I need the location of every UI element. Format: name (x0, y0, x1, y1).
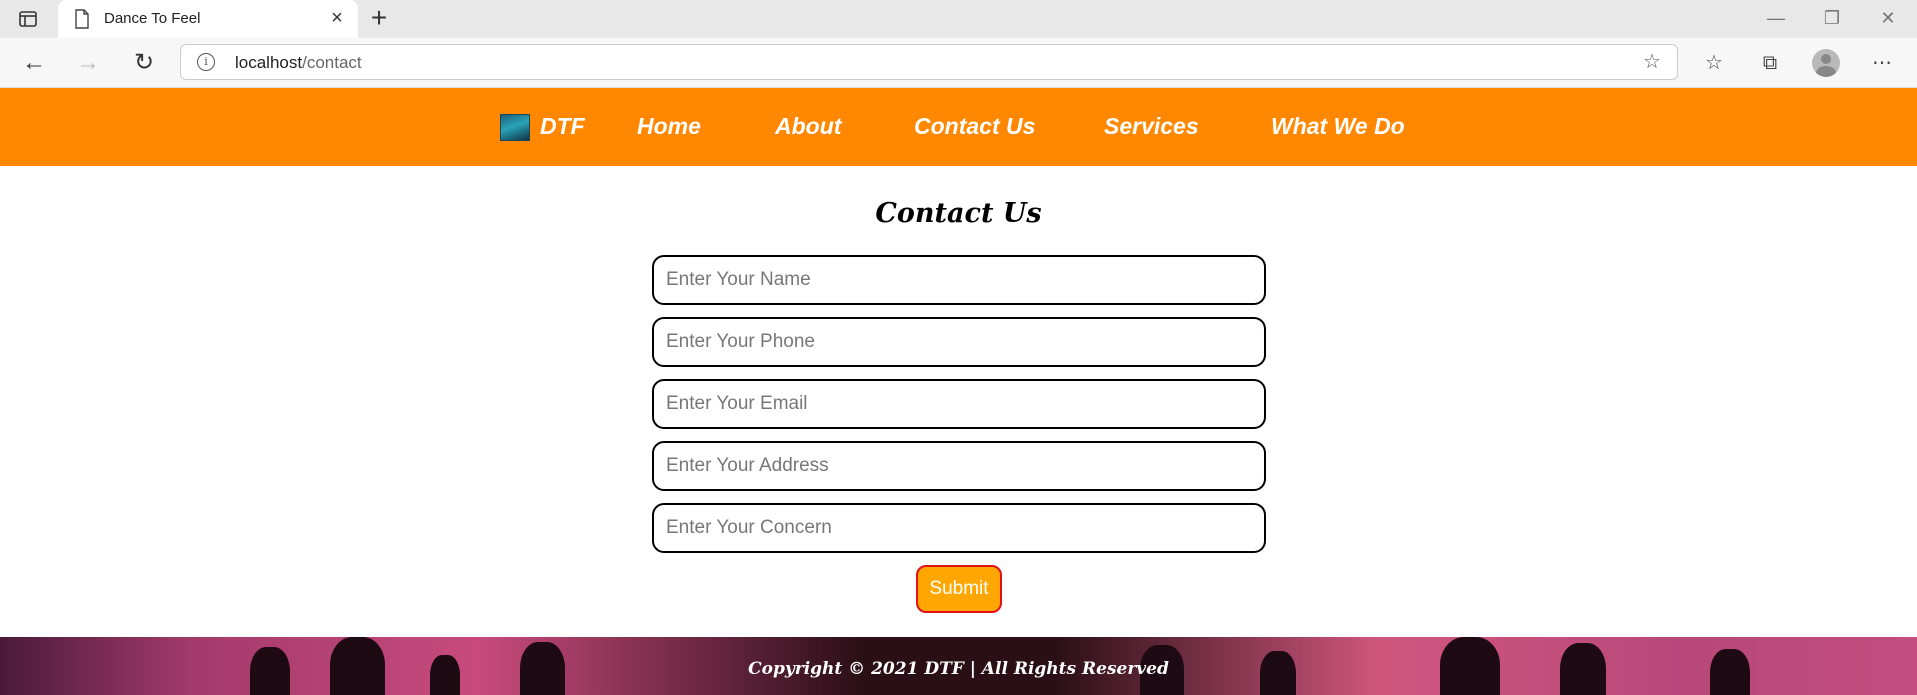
nav-link-what-we-do[interactable]: What We Do (1271, 113, 1405, 140)
browser-tab-bar: Dance To Feel × + — ❐ ✕ (0, 0, 1917, 38)
collections-icon[interactable]: ⧉ (1756, 49, 1784, 77)
more-options-icon[interactable]: ⋯ (1868, 49, 1896, 77)
restore-icon[interactable]: ❐ (1818, 4, 1846, 32)
address-field[interactable] (652, 441, 1266, 491)
email-field[interactable] (652, 379, 1266, 429)
minimize-icon[interactable]: — (1762, 4, 1790, 32)
footer: Copyright © 2021 DTF | All Rights Reserv… (0, 637, 1917, 695)
logo-image[interactable] (500, 114, 530, 141)
browser-toolbar: ← → ↻ i localhost/contact ☆ ☆ ⧉ ⋯ (0, 38, 1917, 88)
copyright-text: Copyright © 2021 DTF | All Rights Reserv… (748, 659, 1169, 679)
brand-link[interactable]: DTF (540, 113, 585, 140)
site-info-icon[interactable]: i (197, 53, 215, 71)
nav-link-home[interactable]: Home (637, 113, 701, 140)
back-icon[interactable]: ← (20, 49, 48, 77)
submit-button[interactable]: Submit (916, 565, 1002, 613)
profile-avatar[interactable] (1812, 49, 1840, 77)
refresh-icon[interactable]: ↻ (130, 49, 158, 77)
site-navbar: DTF Home About Contact Us Services What … (0, 88, 1917, 166)
phone-field[interactable] (652, 317, 1266, 367)
new-tab-icon[interactable]: + (366, 4, 392, 32)
address-url: localhost/contact (235, 53, 362, 72)
name-field[interactable] (652, 255, 1266, 305)
nav-link-contact[interactable]: Contact Us (914, 113, 1035, 140)
nav-link-about[interactable]: About (775, 113, 841, 140)
close-window-icon[interactable]: ✕ (1874, 4, 1902, 32)
nav-link-services[interactable]: Services (1104, 113, 1199, 140)
favorites-icon[interactable]: ☆ (1700, 49, 1728, 77)
forward-icon[interactable]: → (74, 49, 102, 77)
tab-title: Dance To Feel (104, 10, 201, 27)
concern-field[interactable] (652, 503, 1266, 553)
address-bar[interactable]: i localhost/contact ☆ (180, 44, 1678, 80)
page-title: Contact Us (875, 198, 1042, 229)
page-icon (75, 9, 89, 29)
tab-actions-icon[interactable] (18, 9, 38, 29)
close-tab-icon[interactable]: × (326, 7, 348, 29)
add-favorite-icon[interactable]: ☆ (1641, 51, 1663, 73)
browser-tab[interactable]: Dance To Feel × (58, 0, 358, 38)
